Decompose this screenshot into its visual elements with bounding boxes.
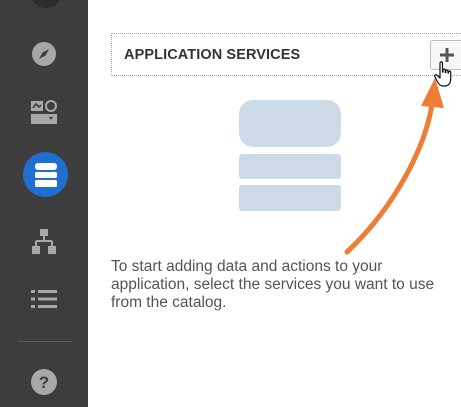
sidebar-item-structure[interactable] bbox=[0, 218, 88, 266]
database-illustration bbox=[239, 100, 341, 211]
sidebar-item-ui-designer[interactable] bbox=[0, 88, 88, 136]
hierarchy-icon bbox=[32, 229, 56, 254]
help-icon: ? bbox=[31, 369, 57, 395]
sidebar-item-help[interactable]: ? bbox=[0, 358, 88, 406]
sidebar: ? bbox=[0, 0, 88, 407]
empty-state-message: To start adding data and actions to your… bbox=[111, 258, 435, 311]
sidebar-item-data-services[interactable] bbox=[23, 152, 68, 197]
svg-text:?: ? bbox=[39, 373, 49, 392]
list-icon bbox=[31, 290, 57, 308]
services-title: APPLICATION SERVICES bbox=[124, 47, 301, 63]
sidebar-divider bbox=[18, 341, 72, 342]
database-icon bbox=[34, 162, 57, 187]
compass-icon bbox=[32, 42, 56, 66]
ui-widgets-icon bbox=[31, 100, 57, 124]
plus-icon bbox=[439, 48, 454, 62]
hand-cursor-icon bbox=[434, 61, 452, 87]
sidebar-item-explore[interactable] bbox=[0, 30, 88, 78]
sidebar-top-item-partial[interactable] bbox=[30, 0, 62, 8]
sidebar-item-list[interactable] bbox=[0, 275, 88, 323]
application-services-header: APPLICATION SERVICES bbox=[111, 33, 461, 76]
